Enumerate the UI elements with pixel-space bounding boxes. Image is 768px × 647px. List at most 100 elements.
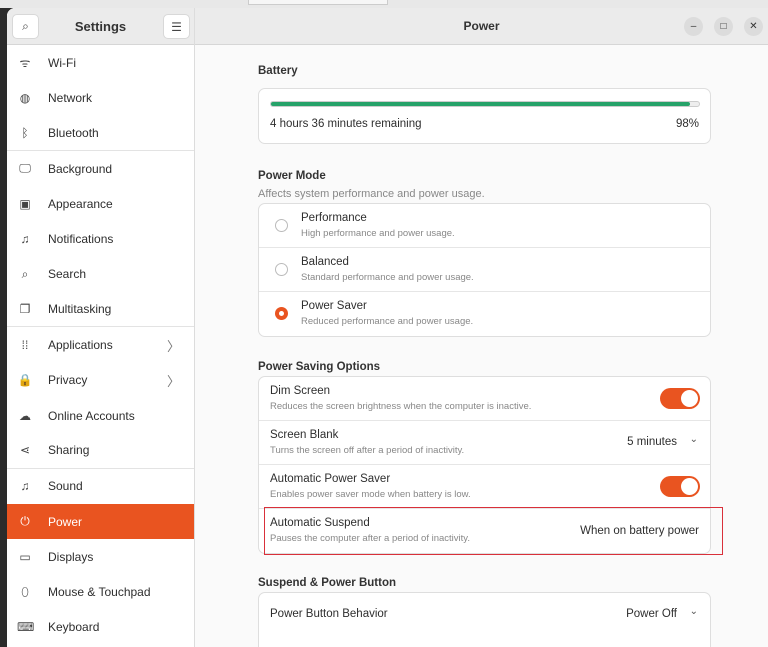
auto-power-saver-toggle[interactable] (660, 476, 700, 497)
display-icon: ▭ (19, 549, 31, 564)
option-title: Performance (301, 212, 367, 224)
power-mode-card: Performance High performance and power us… (258, 203, 711, 337)
main-header: Power – □ ✕ (195, 8, 768, 45)
sidebar-item-search[interactable]: ⌕ Search (7, 257, 194, 292)
battery-remaining: 4 hours 36 minutes remaining (270, 118, 422, 130)
sidebar-item-sharing[interactable]: ⋖ Sharing (7, 433, 194, 469)
sidebar-item-background[interactable]: 🖵 Background (7, 151, 194, 186)
wifi-icon: ᯤ (19, 56, 31, 71)
grid-icon: ⁞⁞ (21, 338, 29, 353)
close-icon: ✕ (749, 21, 758, 32)
option-desc: Standard performance and power usage. (301, 272, 474, 283)
maximize-icon: □ (720, 21, 727, 32)
sidebar-item-label: Applications (48, 338, 113, 353)
sidebar-item-label: Sound (48, 479, 83, 494)
radio-balanced[interactable] (275, 263, 288, 276)
battery-bar (270, 101, 700, 107)
chevron-down-icon: ⌄ (689, 606, 698, 617)
power-button-behavior-row[interactable]: Power Button Behavior Power Off ⌄ (259, 593, 710, 637)
power-mode-performance[interactable]: Performance High performance and power us… (259, 204, 710, 248)
sidebar-item-privacy[interactable]: 🔒 Privacy 〉 (7, 363, 194, 398)
minimize-button[interactable]: – (684, 17, 703, 36)
sidebar-item-label: Background (48, 161, 113, 176)
battery-heading: Battery (258, 65, 298, 77)
maximize-button[interactable]: □ (714, 17, 733, 36)
row-title: Automatic Power Saver (270, 473, 391, 485)
sidebar-item-power[interactable]: ⏻ Power (7, 503, 194, 540)
sidebar-item-label: Mouse & Touchpad (48, 585, 151, 600)
background-tab (248, 0, 388, 5)
page-title: Power (463, 19, 500, 33)
sidebar-item-label: Network (48, 90, 93, 105)
globe-icon: ◍ (19, 90, 31, 105)
monitor-icon: 🖵 (19, 161, 31, 176)
sidebar-item-label: Multitasking (48, 302, 112, 317)
sidebar-item-mouse-touchpad[interactable]: ⬯ Mouse & Touchpad (7, 574, 194, 609)
auto-power-saver-row: Automatic Power Saver Enables power saver… (259, 465, 710, 509)
sidebar-item-notifications[interactable]: ♫ Notifications (7, 221, 194, 256)
power-mode-power-saver[interactable]: Power Saver Reduced performance and power… (259, 292, 710, 336)
sidebar-item-online-accounts[interactable]: ☁ Online Accounts (7, 398, 194, 433)
suspend-power-card: Power Button Behavior Power Off ⌄ (258, 592, 711, 647)
sidebar-item-sound[interactable]: ♫ Sound (7, 469, 194, 504)
sidebar-item-bluetooth[interactable]: ᛒ Bluetooth (7, 116, 194, 151)
power-mode-heading: Power Mode (258, 170, 326, 182)
row-title: Power Button Behavior (270, 608, 388, 620)
sidebar-item-wi-fi[interactable]: ᯤ Wi-Fi (7, 45, 194, 80)
power-mode-subtitle: Affects system performance and power usa… (258, 188, 485, 200)
highlight-box (264, 507, 723, 555)
dim-screen-row: Dim Screen Reduces the screen brightness … (259, 377, 710, 421)
sidebar-item-label: Power (48, 514, 83, 529)
power-button-behavior-value[interactable]: Power Off (626, 608, 677, 620)
option-title: Balanced (301, 256, 349, 268)
sidebar-item-label: Wi-Fi (48, 55, 76, 70)
sidebar-item-label: Online Accounts (48, 408, 135, 423)
sidebar-item-label: Keyboard (48, 620, 100, 635)
option-title: Power Saver (301, 300, 367, 312)
desktop-top-bar (0, 0, 768, 8)
sidebar-item-label: Bluetooth (48, 125, 99, 140)
bluetooth-icon: ᛒ (21, 125, 29, 140)
sidebar-item-multitasking[interactable]: ❐ Multitasking (7, 292, 194, 328)
row-desc: Reduces the screen brightness when the c… (270, 401, 532, 412)
search-icon: ⌕ (21, 266, 29, 281)
option-desc: Reduced performance and power usage. (301, 316, 474, 327)
multitasking-icon: ❐ (19, 302, 31, 317)
sidebar-item-network[interactable]: ◍ Network (7, 80, 194, 115)
sidebar-item-appearance[interactable]: ▣ Appearance (7, 186, 194, 221)
sidebar-item-label: Notifications (48, 232, 114, 247)
bell-icon: ♫ (20, 232, 30, 247)
mouse-icon: ⬯ (21, 584, 29, 599)
share-icon: ⋖ (19, 443, 31, 458)
radio-performance[interactable] (275, 219, 288, 232)
menu-button[interactable]: ☰ (163, 14, 190, 39)
sidebar-item-displays[interactable]: ▭ Displays (7, 539, 194, 574)
row-title: Screen Blank (270, 429, 339, 441)
power-icon: ⏻ (20, 514, 30, 528)
sidebar-item-label: Privacy (48, 373, 88, 388)
sidebar-item-label: Search (48, 267, 87, 282)
minimize-icon: – (690, 21, 697, 32)
screen-blank-value[interactable]: 5 minutes (627, 436, 677, 448)
music-icon: ♫ (20, 479, 30, 494)
sidebar-header: ⌕ Settings ☰ (7, 8, 194, 45)
sidebar-item-label: Displays (48, 549, 94, 564)
screen-blank-row[interactable]: Screen Blank Turns the screen off after a… (259, 421, 710, 465)
hamburger-icon: ☰ (171, 19, 182, 34)
option-desc: High performance and power usage. (301, 228, 455, 239)
dim-screen-toggle[interactable] (660, 388, 700, 409)
close-button[interactable]: ✕ (744, 17, 763, 36)
sidebar-list: ᯤ Wi-Fi ◍ Network ᛒ Bluetooth 🖵 Background ▣ Appe… (7, 45, 194, 645)
sidebar: ⌕ Settings ☰ ᯤ Wi-Fi ◍ Network ᛒ Bluetooth 🖵 Ba… (7, 8, 195, 647)
sidebar-item-label: Sharing (48, 443, 90, 458)
sidebar-item-applications[interactable]: ⁞⁞ Applications 〉 (7, 327, 194, 362)
chevron-right-icon: 〉 (166, 338, 180, 354)
power-mode-balanced[interactable]: Balanced Standard performance and power u… (259, 248, 710, 292)
appearance-icon: ▣ (19, 196, 31, 211)
sidebar-item-keyboard[interactable]: ⌨ Keyboard (7, 610, 194, 645)
suspend-power-button-heading: Suspend & Power Button (258, 577, 396, 589)
power-saving-heading: Power Saving Options (258, 361, 381, 373)
row-desc: Turns the screen off after a period of i… (270, 445, 465, 456)
chevron-right-icon: 〉 (166, 373, 180, 389)
radio-power-saver[interactable] (275, 307, 288, 320)
